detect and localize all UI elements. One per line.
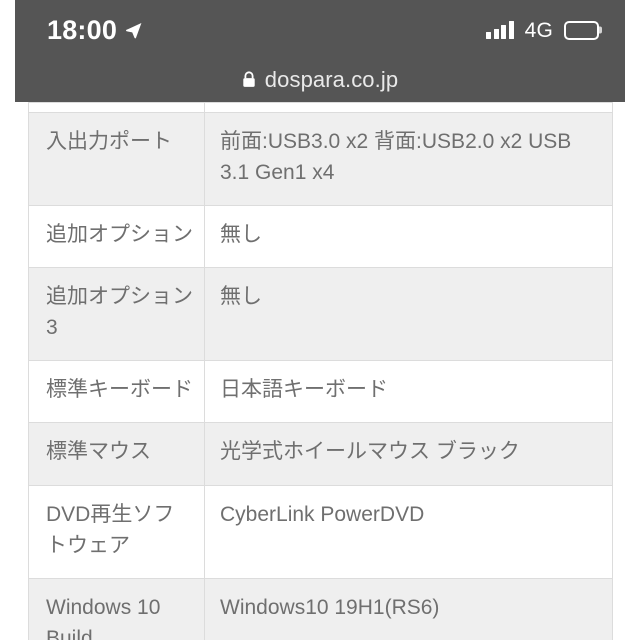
- table-row-partial: [28, 102, 613, 113]
- table-row-value: CyberLink PowerDVD: [204, 484, 613, 579]
- table-row-value: 光学式ホイールマウス ブラック: [204, 422, 613, 486]
- table-row-label: Windows 10 Build: [28, 577, 205, 640]
- table-row-value: 無し: [204, 267, 613, 361]
- table-row-value: Windows10 19H1(RS6): [204, 577, 613, 640]
- table-row-label: 追加オプション: [28, 205, 205, 268]
- table-row: 追加オプション 3 無し: [28, 267, 613, 361]
- status-clock: 18:00: [47, 14, 118, 45]
- table-row-label: 標準マウス: [28, 422, 205, 486]
- table-row-value: 日本語キーボード: [204, 360, 613, 423]
- table-row: 標準マウス 光学式ホイールマウス ブラック: [28, 422, 613, 486]
- signal-bars-icon: [486, 21, 514, 39]
- table-row-value: 前面:USB3.0 x2 背面:USB2.0 x2 USB 3.1 Gen1 x…: [204, 111, 613, 206]
- mobile-browser-screen: 18:00 4G dospara.co.jp 入出力ポート 前面:USB3.0 …: [0, 0, 640, 640]
- table-row: Windows 10 Build Windows10 19H1(RS6): [28, 577, 613, 640]
- table-row-label: 追加オプション 3: [28, 267, 205, 361]
- table-row-partial-value: [204, 102, 613, 113]
- table-row-label: 標準キーボード: [28, 360, 205, 423]
- status-bar-left: 18:00: [47, 14, 143, 45]
- spec-table-body: 入出力ポート 前面:USB3.0 x2 背面:USB2.0 x2 USB 3.1 …: [28, 102, 613, 640]
- table-row: 入出力ポート 前面:USB3.0 x2 背面:USB2.0 x2 USB 3.1 …: [28, 111, 613, 206]
- url-text: dospara.co.jp: [264, 67, 399, 92]
- table-row-partial-label: [28, 102, 205, 113]
- table-row: 追加オプション 無し: [28, 205, 613, 268]
- table-row-value: 無し: [204, 205, 613, 268]
- lock-icon: [242, 71, 256, 89]
- location-arrow-icon: [124, 20, 143, 40]
- spec-table: 入出力ポート 前面:USB3.0 x2 背面:USB2.0 x2 USB 3.1 …: [28, 102, 613, 640]
- browser-chrome: 18:00 4G dospara.co.jp: [15, 0, 625, 102]
- status-bar: 18:00 4G: [15, 0, 625, 60]
- table-row-label: DVD再生ソフトウェア: [28, 484, 205, 579]
- table-row-label: 入出力ポート: [28, 111, 205, 206]
- network-type-label: 4G: [524, 18, 553, 42]
- table-row: 標準キーボード 日本語キーボード: [28, 360, 613, 423]
- battery-icon: [564, 20, 602, 40]
- status-bar-right: 4G: [486, 18, 602, 42]
- url-bar[interactable]: dospara.co.jp: [15, 58, 625, 102]
- table-row: DVD再生ソフトウェア CyberLink PowerDVD: [28, 484, 613, 579]
